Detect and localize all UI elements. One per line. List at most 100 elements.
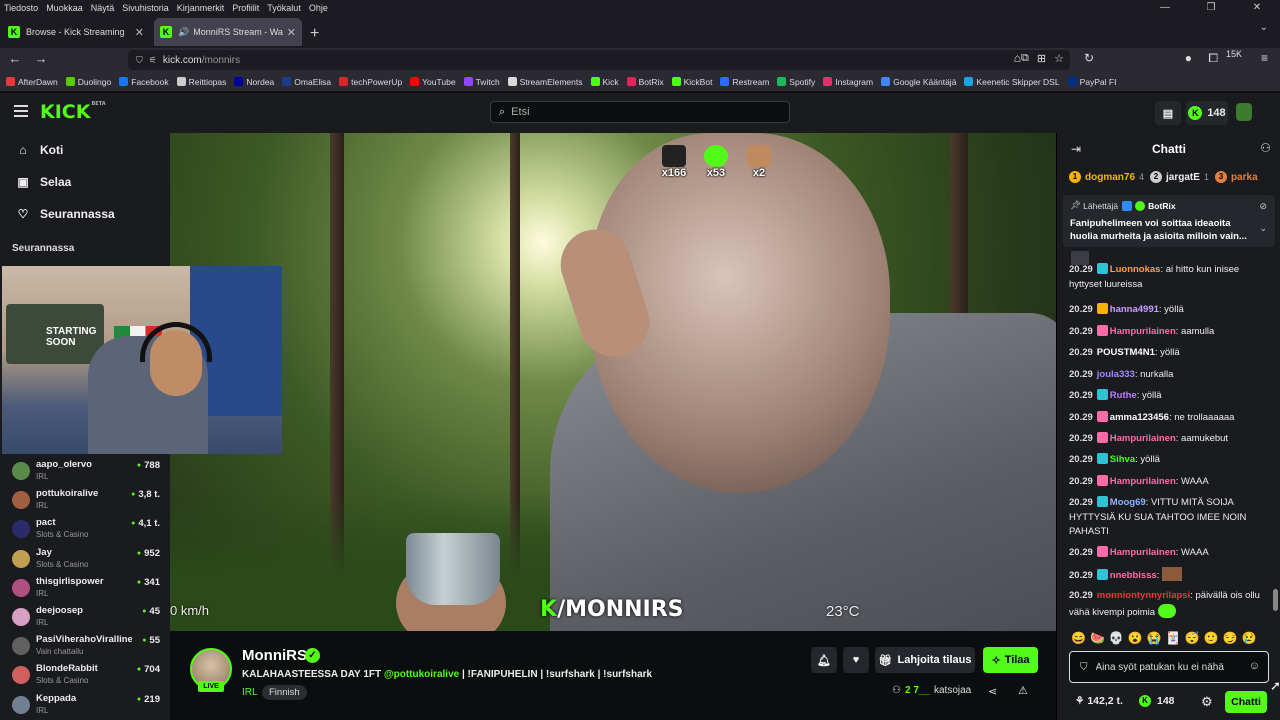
menu-view[interactable]: Näytä bbox=[91, 3, 115, 13]
translate-icon[interactable]: ⊞ bbox=[1037, 52, 1046, 65]
leaderboard-entry[interactable]: 1 dogman76 4 bbox=[1069, 171, 1144, 183]
tab-browse[interactable]: K Browse - Kick Streaming ✕ bbox=[2, 18, 150, 46]
subscribe-button[interactable]: ✧ Tilaa bbox=[983, 647, 1038, 673]
bookmark-item[interactable]: YouTube bbox=[410, 77, 456, 87]
sidebar-item-following[interactable]: ♡ Seurannassa bbox=[0, 198, 170, 230]
chat-coins[interactable]: K 148 bbox=[1139, 695, 1175, 707]
bookmark-item[interactable]: Instagram bbox=[823, 77, 873, 87]
bookmark-item[interactable]: Reittiopas bbox=[176, 77, 226, 87]
chat-username[interactable]: Hampurilainen bbox=[1110, 547, 1176, 558]
bookmark-item[interactable]: OmaElisa bbox=[282, 77, 331, 87]
bookmark-item[interactable]: Facebook bbox=[119, 77, 169, 87]
emoji-picker-icon[interactable]: ☺ bbox=[1249, 660, 1260, 672]
menu-profiles[interactable]: Profiilit bbox=[232, 3, 259, 13]
close-tab-icon[interactable]: ✕ bbox=[135, 26, 144, 39]
extension-badge[interactable]: 15K bbox=[1226, 49, 1242, 59]
menu-edit[interactable]: Muokkaa bbox=[46, 3, 83, 13]
following-channel[interactable]: JaySlots & Casino 952 bbox=[10, 546, 160, 575]
bookmark-item[interactable]: Nordea bbox=[234, 77, 274, 87]
pinned-message[interactable]: 📌︎ Lähettäjä BotRix Fanipuhelimeen voi s… bbox=[1063, 195, 1275, 247]
emote-button[interactable]: 😴 bbox=[1185, 631, 1200, 647]
menu-bookmarks[interactable]: Kirjanmerkit bbox=[177, 3, 225, 13]
kick-logo[interactable]: KICKBETA bbox=[40, 101, 106, 123]
search-input[interactable] bbox=[511, 106, 772, 118]
following-channel[interactable]: BlondeRabbitSlots & Casino 704 bbox=[10, 662, 160, 691]
bookmark-item[interactable]: Kick bbox=[590, 77, 619, 87]
restore-icon[interactable]: ❐ bbox=[1188, 0, 1234, 16]
close-window-icon[interactable]: ✕ bbox=[1234, 0, 1280, 16]
menu-tools[interactable]: Työkalut bbox=[267, 3, 301, 13]
bookmark-item[interactable]: PayPal FI bbox=[1067, 77, 1116, 87]
chat-username[interactable]: amma123456 bbox=[1110, 412, 1169, 423]
chat-username[interactable]: Ruthe bbox=[1110, 390, 1137, 401]
video-player[interactable]: x166 x53 x2 0 km/h K/MONNIRS 23°C bbox=[170, 133, 1056, 631]
emote-button[interactable]: 🙂 bbox=[1204, 631, 1219, 647]
chat-username[interactable]: Hampurilainen bbox=[1110, 326, 1176, 337]
bookmark-star-icon[interactable]: ☆ bbox=[1054, 52, 1064, 65]
chat-username[interactable]: hanna4991 bbox=[1110, 304, 1159, 315]
emote-button[interactable]: 😄 bbox=[1071, 631, 1086, 647]
bookmark-item[interactable]: StreamElements bbox=[507, 77, 583, 87]
bookmark-item[interactable]: Restream bbox=[720, 77, 769, 87]
minimize-icon[interactable]: — bbox=[1142, 0, 1188, 16]
send-chat-button[interactable]: Chatti bbox=[1225, 691, 1267, 713]
chevron-down-icon[interactable]: ⌄ bbox=[1259, 223, 1267, 234]
permissions-icon[interactable]: ⚟ bbox=[149, 55, 157, 66]
menu-history[interactable]: Sivuhistoria bbox=[122, 3, 169, 13]
sidebar-item-home[interactable]: ⌂ Koti bbox=[0, 134, 170, 166]
home-icon[interactable]: ⌂ bbox=[1014, 51, 1021, 65]
following-channel[interactable]: deejoosep IRL 45 bbox=[10, 604, 160, 633]
unpin-icon[interactable]: ⊘ bbox=[1259, 201, 1267, 212]
chat-users-icon[interactable]: ⚇ bbox=[1260, 141, 1271, 155]
bookmark-item[interactable]: Twitch bbox=[463, 77, 500, 87]
chat-scrollbar[interactable] bbox=[1273, 589, 1278, 611]
emote-button[interactable]: 😢 bbox=[1242, 631, 1257, 647]
following-channel[interactable]: PasiViherahoVirallinenVain chattailu 55 bbox=[10, 633, 160, 662]
bookmark-item[interactable]: techPowerUp bbox=[339, 77, 402, 87]
url-bar[interactable]: ⛉ ⚟ kick.com/monnirs ⧉ ⊞ ☆ bbox=[128, 50, 1070, 70]
chest-icon[interactable]: ▤ bbox=[1155, 101, 1181, 125]
close-tab-icon[interactable]: ✕ bbox=[287, 26, 296, 39]
app-menu-icon[interactable]: ≡ bbox=[1261, 51, 1268, 65]
chat-username[interactable]: POUSTM4N1 bbox=[1097, 347, 1155, 358]
chat-username[interactable]: Sihva bbox=[1110, 454, 1135, 465]
following-channel[interactable]: KeppadaIRL 219 bbox=[10, 692, 160, 720]
menu-file[interactable]: Tiedosto bbox=[4, 3, 38, 13]
following-channel[interactable]: pottukoiraliveIRL 3,8 t. bbox=[10, 487, 160, 516]
tab-list-icon[interactable]: ⌄ bbox=[1260, 22, 1268, 33]
emote-button[interactable]: 💀 bbox=[1109, 631, 1124, 647]
reload-icon[interactable]: ↻ bbox=[1084, 51, 1094, 65]
speaker-icon[interactable]: 🔊 bbox=[178, 27, 189, 38]
chat-username[interactable]: joula333 bbox=[1097, 369, 1135, 380]
bookmark-item[interactable]: Spotify bbox=[777, 77, 815, 87]
back-icon[interactable]: ← bbox=[2, 51, 28, 66]
chat-settings-icon[interactable]: ⚙ bbox=[1201, 694, 1213, 710]
coins-button[interactable]: K 148 bbox=[1186, 101, 1228, 125]
share-icon[interactable]: ⋖ bbox=[988, 685, 997, 698]
category-link[interactable]: IRL bbox=[242, 687, 258, 698]
extensions-icon[interactable]: ⧠ bbox=[1208, 51, 1218, 66]
gift-sub-button[interactable]: 🎁︎ Lahjoita tilaus bbox=[875, 647, 975, 673]
notification-bell-button[interactable]: 🔔︎ bbox=[811, 647, 837, 673]
bookmark-item[interactable]: BotRix bbox=[626, 77, 664, 87]
leaderboard-entry[interactable]: 2 jargatE 1 bbox=[1150, 171, 1209, 183]
bookmark-item[interactable]: Keenetic Skipper DSL bbox=[964, 77, 1060, 87]
shield-icon[interactable]: ⛉ bbox=[136, 55, 143, 66]
channel-name[interactable]: MonniRS bbox=[242, 647, 307, 664]
search-icon[interactable]: ⌕ bbox=[499, 106, 505, 119]
emote-button[interactable]: 🃏 bbox=[1166, 631, 1181, 647]
report-warning-icon[interactable]: ⚠ bbox=[1018, 684, 1028, 697]
chat-username[interactable]: nnebbisss bbox=[1110, 570, 1157, 581]
hamburger-menu-icon[interactable] bbox=[14, 105, 28, 117]
emote-button[interactable]: 😮 bbox=[1128, 631, 1143, 647]
picture-in-picture-icon[interactable]: ⧉ bbox=[1021, 52, 1029, 65]
mention-link[interactable]: @pottukoiralive bbox=[384, 669, 459, 680]
chat-username[interactable]: Moog69 bbox=[1110, 497, 1146, 508]
account-icon[interactable]: ● bbox=[1185, 51, 1192, 65]
following-channel[interactable]: aapo_olervo IRL 788 bbox=[10, 458, 160, 487]
bookmark-item[interactable]: Duolingo bbox=[65, 77, 111, 87]
emote-button[interactable]: 😏 bbox=[1223, 631, 1238, 647]
menu-help[interactable]: Ohje bbox=[309, 3, 328, 13]
following-channel[interactable]: thisgirlispowerIRL 341 bbox=[10, 575, 160, 604]
user-avatar[interactable] bbox=[1236, 103, 1252, 121]
